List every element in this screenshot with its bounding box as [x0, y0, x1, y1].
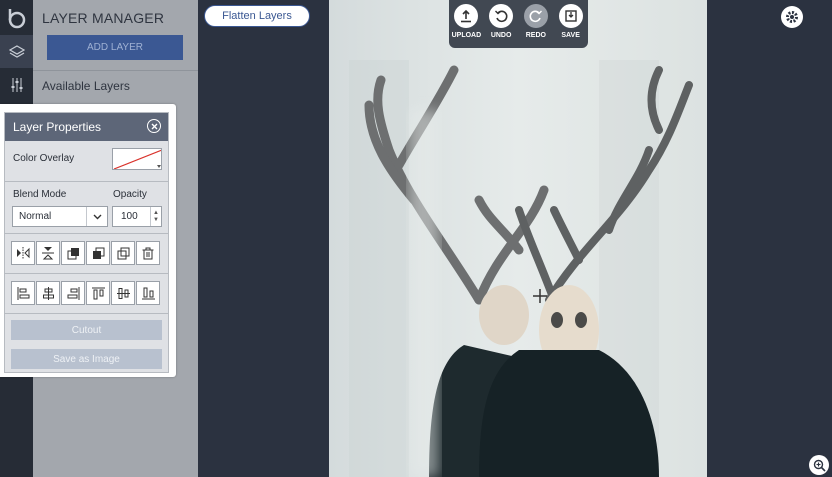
save-icon	[558, 4, 583, 28]
close-button[interactable]	[147, 119, 161, 133]
bring-forward-icon	[67, 247, 79, 259]
save-as-image-button[interactable]: Save as Image	[11, 349, 162, 369]
adjustments-icon[interactable]	[0, 68, 33, 101]
undo-button[interactable]: UNDO	[485, 4, 517, 39]
dialog-header: Layer Properties	[5, 113, 168, 141]
flip-vertical-icon	[42, 247, 54, 260]
chevron-down-icon	[86, 207, 107, 226]
duplicate-icon	[117, 247, 129, 259]
layers-icon[interactable]	[0, 35, 33, 68]
zoom-button[interactable]	[809, 455, 829, 475]
align-right-button[interactable]	[61, 281, 85, 305]
redo-icon	[523, 4, 548, 28]
redo-label: REDO	[525, 32, 546, 39]
color-overlay-swatch[interactable]	[112, 148, 162, 170]
flatten-layers-button[interactable]: Flatten Layers	[204, 5, 310, 27]
flip-horizontal-icon	[17, 247, 30, 259]
redo-button[interactable]: REDO	[520, 4, 552, 39]
flip-horizontal-button[interactable]	[11, 241, 35, 265]
undo-icon	[489, 4, 514, 28]
layer-properties-dialog: Layer Properties Color Overlay Blend Mod…	[0, 104, 176, 377]
top-toolbar: UPLOAD UNDO REDO SAVE	[449, 0, 588, 48]
align-right-icon	[67, 286, 79, 300]
color-overlay-label: Color Overlay	[13, 153, 75, 164]
gear-icon	[786, 11, 798, 23]
align-center-icon	[42, 286, 54, 300]
delete-button[interactable]	[136, 241, 160, 265]
opacity-value: 100	[121, 211, 138, 222]
app-logo-icon	[0, 0, 33, 35]
add-layer-button[interactable]: ADD LAYER	[47, 35, 183, 60]
upload-button[interactable]: UPLOAD	[450, 4, 482, 39]
divider	[5, 233, 168, 234]
opacity-label: Opacity	[113, 189, 147, 200]
align-bottom-button[interactable]	[136, 281, 160, 305]
undo-label: UNDO	[490, 32, 512, 39]
divider	[5, 313, 168, 314]
align-middle-button[interactable]	[111, 281, 135, 305]
align-top-button[interactable]	[86, 281, 110, 305]
blend-mode-select[interactable]: Normal	[12, 206, 108, 227]
divider	[5, 181, 168, 182]
divider	[33, 70, 198, 71]
transform-toolbar	[11, 241, 161, 265]
trash-icon	[142, 247, 154, 259]
send-backward-button[interactable]	[86, 241, 110, 265]
duplicate-button[interactable]	[111, 241, 135, 265]
align-toolbar	[11, 281, 161, 305]
cutout-button[interactable]: Cutout	[11, 320, 162, 340]
upload-label: UPLOAD	[451, 32, 482, 39]
dialog-title: Layer Properties	[13, 120, 102, 134]
align-top-icon	[91, 287, 105, 299]
close-icon	[151, 123, 157, 129]
align-left-button[interactable]	[11, 281, 35, 305]
align-middle-icon	[116, 287, 130, 299]
send-backward-icon	[92, 247, 104, 259]
flip-vertical-button[interactable]	[36, 241, 60, 265]
divider	[5, 273, 168, 274]
align-left-icon	[17, 286, 29, 300]
canvas-image[interactable]	[329, 0, 707, 477]
panel-title: LAYER MANAGER	[42, 10, 165, 26]
save-button[interactable]: SAVE	[555, 4, 587, 39]
upload-icon	[454, 4, 479, 28]
blend-mode-value: Normal	[19, 211, 52, 222]
bring-forward-button[interactable]	[61, 241, 85, 265]
save-label: SAVE	[561, 32, 580, 39]
zoom-in-icon	[813, 459, 826, 472]
align-center-button[interactable]	[36, 281, 60, 305]
stepper-arrows-icon[interactable]: ▲ ▼	[150, 207, 161, 226]
available-layers-heading: Available Layers	[42, 79, 130, 93]
blend-mode-label: Blend Mode	[13, 189, 67, 200]
settings-button[interactable]	[781, 6, 803, 28]
opacity-stepper[interactable]: 100 ▲ ▼	[112, 206, 162, 227]
align-bottom-icon	[141, 287, 155, 299]
